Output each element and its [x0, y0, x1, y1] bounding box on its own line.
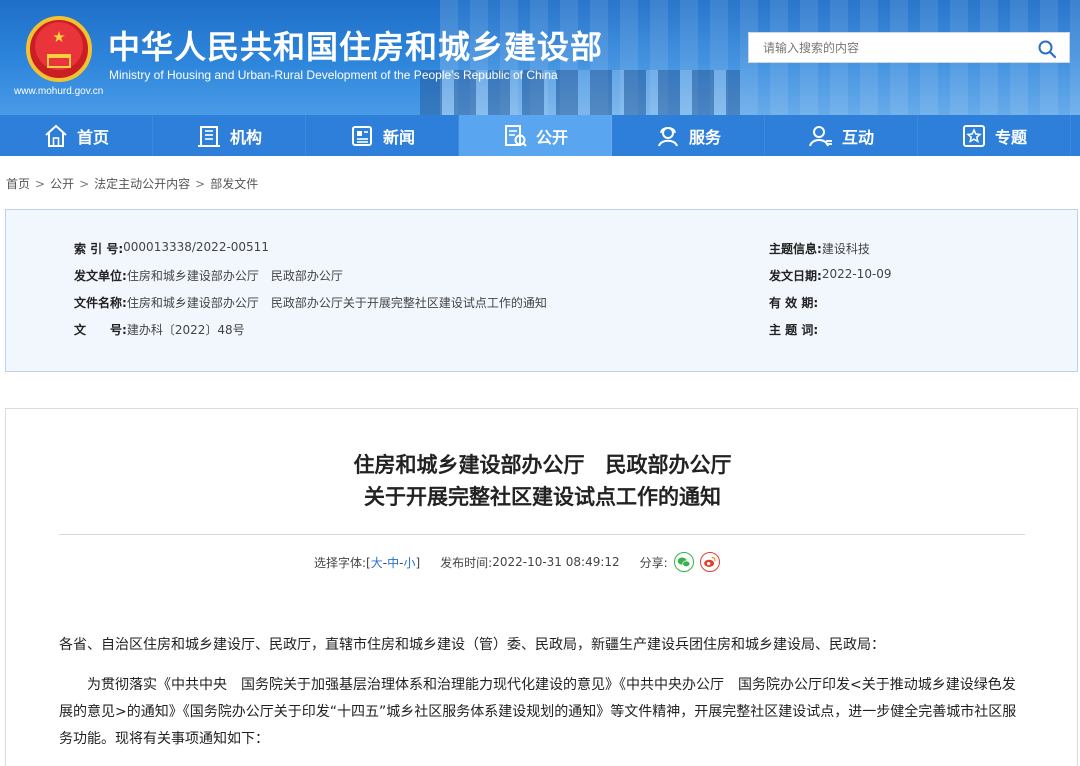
info-label: 文件名称: [74, 296, 127, 310]
nav-label: 专题 [994, 127, 1027, 147]
breadcrumb: 首页 > 公开 > 法定主动公开内容 > 部发文件 [6, 177, 259, 191]
national-emblem-icon: ★ [26, 16, 92, 82]
info-document-number: 文 号: 建办科〔2022〕48号 [74, 321, 245, 338]
site-title: 中华人民共和国住房和城乡建设部 [108, 28, 604, 66]
font-small-link[interactable]: 小 [403, 556, 415, 570]
building-icon [197, 125, 220, 147]
publish-time: 2022-10-31 08:49:12 [492, 555, 620, 569]
info-label: 文 号: [74, 323, 127, 337]
site-title-english: Ministry of Housing and Urban-Rural Deve… [109, 68, 558, 82]
service-icon [658, 126, 678, 146]
wechat-share-icon[interactable] [673, 552, 694, 572]
article-paragraph-addressees: 各省、自治区住房和城乡建设厅、民政厅，直辖市住房和城乡建设（管）委、民政局，新疆… [59, 637, 885, 653]
breadcrumb-ministry-documents[interactable]: 部发文件 [210, 177, 258, 191]
article-panel: 住房和城乡建设部办公厅 民政部办公厅 关于开展完整社区建设试点工作的通知 选择字… [5, 408, 1078, 766]
info-value: 住房和城乡建设部办公厅 民政部办公厅 [126, 269, 343, 283]
nav-item-home[interactable]: 首页 [0, 115, 153, 156]
document-info-box: 索 引 号: 000013338/2022-00511 发文单位: 住房和城乡建设部… [5, 209, 1078, 372]
info-keywords: 主 题 词: [769, 321, 818, 338]
nav-label: 机构 [229, 127, 262, 147]
breadcrumb-public[interactable]: 公开 [50, 177, 74, 191]
nav-item-service[interactable]: 服务 [612, 115, 765, 156]
info-label: 主题信息: [769, 242, 822, 256]
font-size-bracket: ] [415, 555, 421, 570]
info-value: 建办科〔2022〕48号 [126, 323, 245, 337]
info-value: 住房和城乡建设部办公厅 民政部办公厅关于开展完整社区建设试点工作的通知 [126, 296, 547, 310]
info-issue-date: 发文日期: 2022-10-09 [769, 267, 892, 284]
info-index-number: 索 引 号: 000013338/2022-00511 [74, 240, 269, 257]
info-validity: 有 效 期: [769, 294, 818, 311]
article-title-line2: 关于开展完整社区建设试点工作的通知 [364, 485, 721, 509]
article-meta: 选择字体:[大-中-小] 发布时间: 2022-10-31 08:49:12 分… [314, 552, 720, 572]
info-document-name: 文件名称: 住房和城乡建设部办公厅 民政部办公厅关于开展完整社区建设试点工作的通知 [74, 294, 547, 311]
info-value: 建设科技 [821, 242, 870, 256]
font-size-selector: 选择字体:[大-中-小] [314, 555, 421, 570]
info-label: 索 引 号: [74, 242, 124, 256]
info-label: 发文单位: [74, 269, 127, 283]
nav-label: 服务 [688, 127, 721, 147]
document-icon [504, 124, 527, 147]
info-value: 000013338/2022-00511 [123, 240, 269, 254]
site-url: www.mohurd.gov.cn [14, 86, 104, 97]
search-box [748, 32, 1070, 63]
article-divider [59, 534, 1025, 535]
share-label: 分享: [639, 555, 668, 570]
user-icon [809, 125, 832, 146]
info-value: 2022-10-09 [821, 267, 892, 281]
article-title-line1: 住房和城乡建设部办公厅 民政部办公厅 [353, 453, 732, 477]
info-label: 发文日期: [769, 269, 822, 283]
search-icon[interactable] [1037, 39, 1057, 59]
nav-label: 首页 [76, 127, 109, 147]
article-paragraph-intro: 为贯彻落实《中共中央 国务院关于加强基层治理体系和治理能力现代化建设的意见》《中… [59, 677, 1017, 747]
breadcrumb-statutory-content[interactable]: 法定主动公开内容 [94, 177, 190, 191]
nav-label: 互动 [841, 127, 874, 147]
newspaper-icon [351, 125, 372, 146]
font-large-link[interactable]: 大 [371, 556, 383, 570]
info-label: 主 题 词: [769, 323, 819, 337]
nav-item-public[interactable]: 公开 [459, 115, 612, 156]
font-size-label: 选择字体:[ [314, 555, 371, 570]
nav-item-organization[interactable]: 机构 [153, 115, 306, 156]
font-medium-link[interactable]: 中 [387, 556, 399, 570]
star-icon [962, 124, 985, 147]
nav-item-interaction[interactable]: 互动 [765, 115, 918, 156]
nav-item-news[interactable]: 新闻 [306, 115, 459, 156]
nav-label: 新闻 [382, 127, 415, 147]
home-icon [45, 124, 67, 147]
info-label: 有 效 期: [769, 296, 819, 310]
weibo-share-icon[interactable] [699, 552, 720, 572]
info-subject: 主题信息: 建设科技 [769, 240, 870, 257]
publish-time-label: 发布时间: [440, 555, 493, 570]
breadcrumb-home[interactable]: 首页 [6, 177, 30, 191]
nav-label: 公开 [535, 127, 568, 147]
site-header: ★ www.mohurd.gov.cn 中华人民共和国住房和城乡建设部 Mini… [0, 0, 1080, 115]
nav-item-topics[interactable]: 专题 [918, 115, 1071, 156]
main-nav: 首页 机构 新闻 公开 服务 互动 专题 [0, 115, 1080, 156]
info-issuing-unit: 发文单位: 住房和城乡建设部办公厅 民政部办公厅 [74, 267, 343, 284]
search-input[interactable] [749, 33, 1019, 62]
